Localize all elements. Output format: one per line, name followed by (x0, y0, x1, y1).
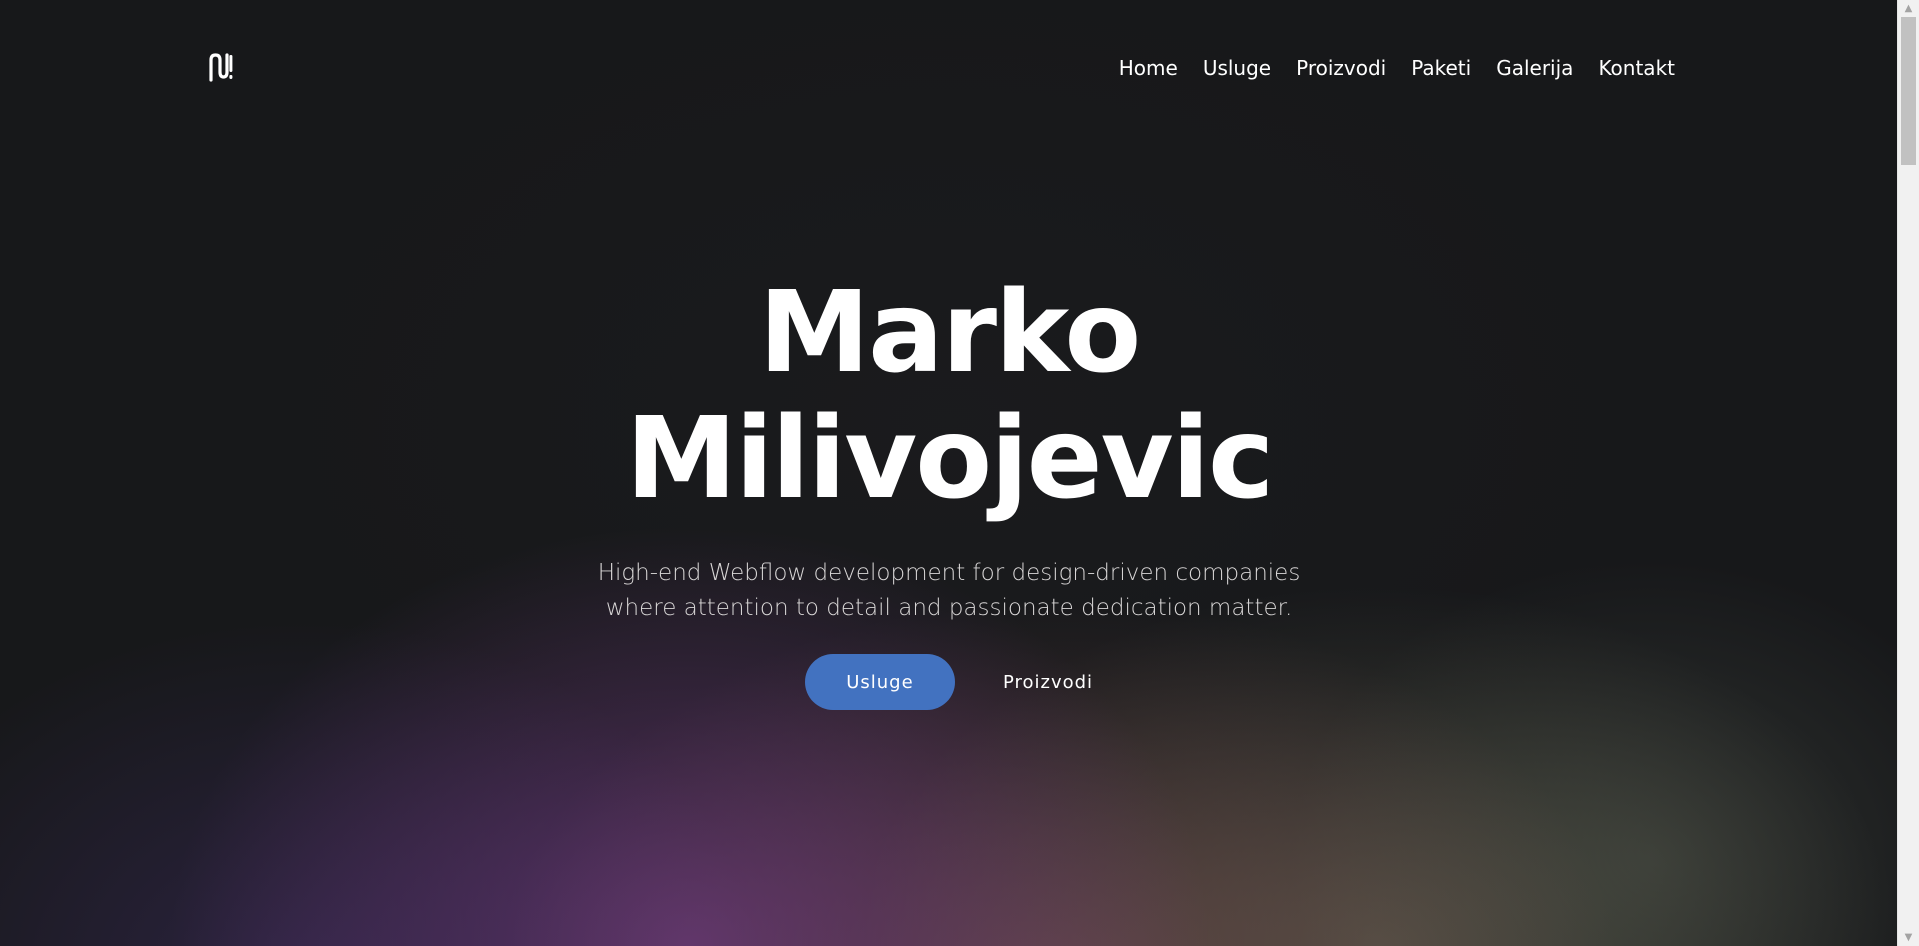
hero-subtitle-line-2: where attention to detail and passionate… (605, 595, 1293, 621)
nav-item-galerija[interactable]: Galerija (1496, 56, 1573, 80)
hero-section: Marko Milivojevic High-end Webflow devel… (0, 270, 1898, 710)
page-scrollbar[interactable]: ▲ ▼ (1897, 0, 1919, 946)
hero-actions: Usluge Proizvodi (0, 654, 1898, 710)
hero-subtitle: High-end Webflow development for design-… (569, 556, 1329, 626)
page: Home Usluge Proizvodi Paketi Galerija Ko… (0, 0, 1919, 946)
m-logo-icon[interactable] (208, 52, 234, 82)
usluge-button[interactable]: Usluge (804, 654, 955, 710)
proizvodi-link[interactable]: Proizvodi (1003, 672, 1093, 693)
scrollbar-thumb[interactable] (1901, 17, 1916, 165)
scroll-up-arrow-icon[interactable]: ▲ (1898, 0, 1919, 17)
main-navigation: Home Usluge Proizvodi Paketi Galerija Ko… (1119, 56, 1675, 80)
nav-item-usluge[interactable]: Usluge (1203, 56, 1271, 80)
hero-subtitle-line-1: High-end Webflow development for design-… (597, 560, 1301, 586)
nav-item-kontakt[interactable]: Kontakt (1598, 56, 1675, 80)
hero-title-last-name: Milivojevic (625, 394, 1275, 524)
nav-item-home[interactable]: Home (1119, 56, 1178, 80)
nav-item-paketi[interactable]: Paketi (1411, 56, 1471, 80)
hero-title: Marko Milivojevic (0, 270, 1898, 522)
scroll-down-arrow-icon[interactable]: ▼ (1898, 929, 1919, 946)
nav-item-proizvodi[interactable]: Proizvodi (1296, 56, 1386, 80)
hero-title-first-name: Marko (758, 268, 1142, 398)
